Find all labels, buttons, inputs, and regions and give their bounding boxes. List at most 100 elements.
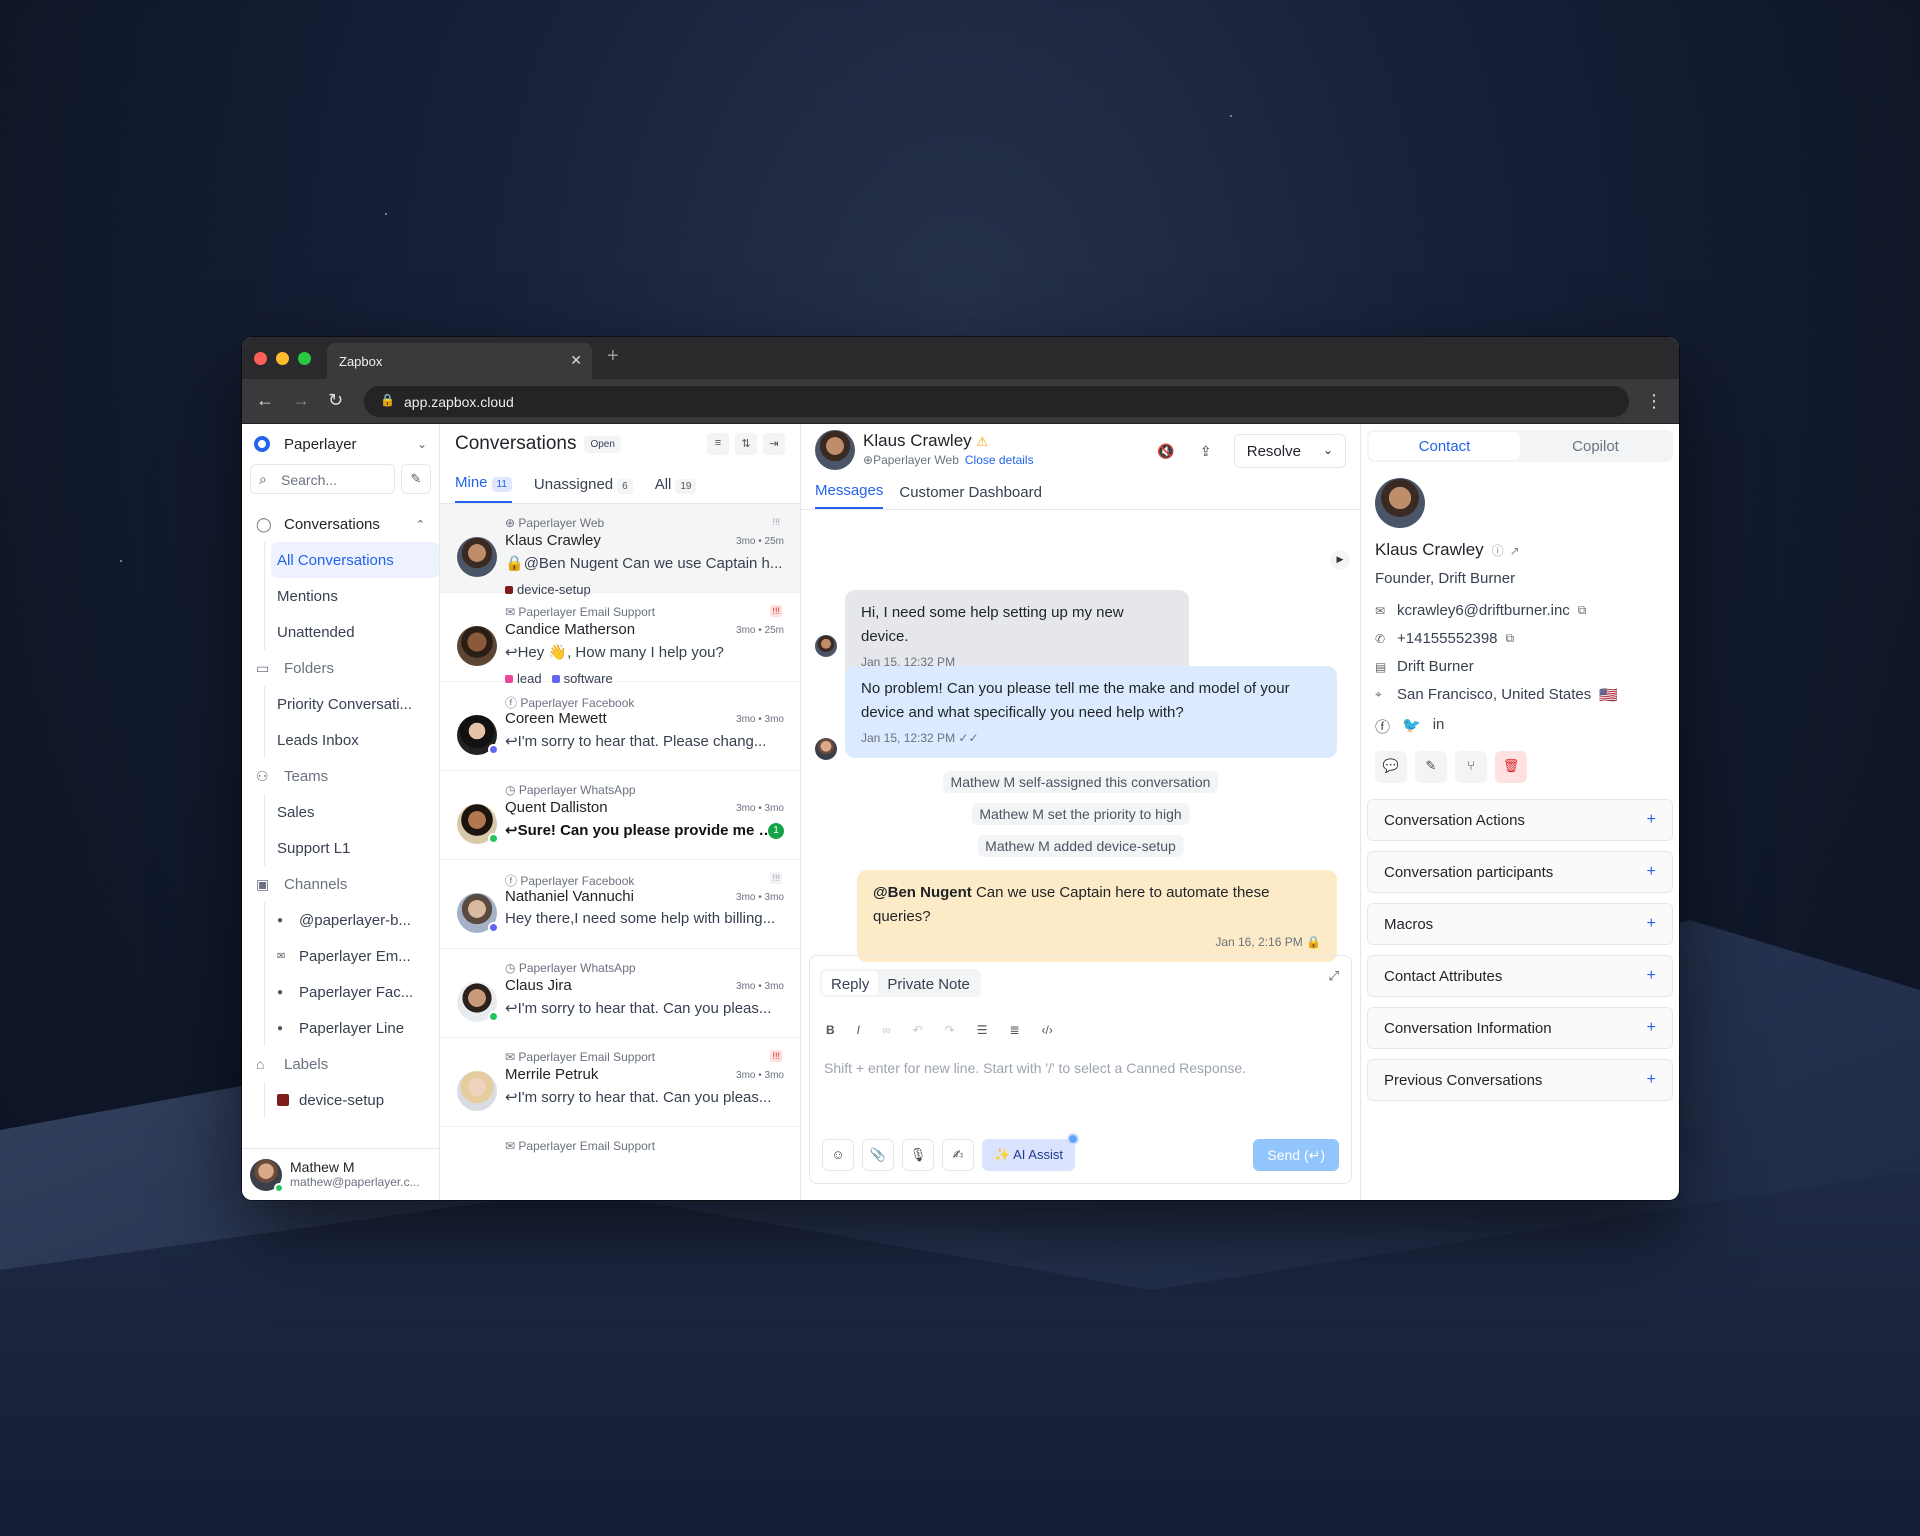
activity-message: Mathew M added device-setup <box>977 835 1184 857</box>
forward-icon[interactable]: → <box>292 390 310 411</box>
close-tab-icon[interactable]: ✕ <box>570 352 582 369</box>
info-icon[interactable]: ⓘ <box>1492 544 1504 558</box>
sort-icon[interactable]: ⇅ <box>735 433 757 455</box>
facebook-icon[interactable]: ⓕ <box>1375 716 1390 737</box>
chevron-down-icon[interactable]: ⌄ <box>1323 443 1333 459</box>
nav-labels[interactable]: ⌂ Labels <box>242 1046 439 1082</box>
nav-folders[interactable]: ▭ Folders <box>242 650 439 686</box>
expand-icon[interactable]: ⤢ <box>1329 968 1339 984</box>
sidebar-item-leads-inbox[interactable]: Leads Inbox <box>271 722 439 758</box>
conversation-channel: ⓕ Paperlayer Facebook <box>505 696 635 710</box>
copy-icon[interactable]: ⧉ <box>1506 631 1520 646</box>
status-filter-badge[interactable]: Open <box>584 435 621 453</box>
nav-channels[interactable]: ▣ Channels <box>242 866 439 902</box>
contact-email[interactable]: kcrawley6@driftburner.inc <box>1397 602 1570 619</box>
bullet-list-icon[interactable]: ☰ <box>977 1023 988 1037</box>
sidebar-item-channel-line[interactable]: ● Paperlayer Line <box>271 1010 439 1046</box>
edit-contact-icon[interactable]: ✎ <box>1415 751 1447 783</box>
conversation-item[interactable]: ◷ Paperlayer WhatsApp Claus Jira 3mo • 3… <box>440 949 800 1038</box>
expand-contact-panel-icon[interactable]: ▶ <box>1330 550 1350 570</box>
minimize-window-button[interactable] <box>276 352 289 365</box>
mute-icon[interactable]: 🔇 <box>1154 443 1178 460</box>
sidebar-item-channel-email[interactable]: ✉ Paperlayer Em... <box>271 938 439 974</box>
sidebar-item-label-device-setup[interactable]: device-setup <box>271 1082 439 1118</box>
conversation-item[interactable]: ✉ Paperlayer Email Support <box>440 1127 800 1200</box>
attachment-icon[interactable]: 📎 <box>862 1139 894 1171</box>
back-icon[interactable]: ← <box>256 390 274 411</box>
conversation-item[interactable]: ◷ Paperlayer WhatsApp Quent Dalliston 3m… <box>440 771 800 860</box>
conversation-item[interactable]: ⓕ Paperlayer Facebook Nathaniel Vannuchi… <box>440 860 800 949</box>
conversation-item[interactable]: ✉ Paperlayer Email Support Merrile Petru… <box>440 1038 800 1127</box>
tab-private-note[interactable]: Private Note <box>878 971 979 995</box>
close-details-link[interactable]: Close details <box>965 453 1034 467</box>
italic-icon[interactable]: I <box>857 1023 860 1037</box>
accordion-macros[interactable]: Macros + <box>1367 903 1673 945</box>
accordion-conversation-actions[interactable]: Conversation Actions + <box>1367 799 1673 841</box>
new-tab-icon[interactable]: + <box>607 345 619 368</box>
linkedin-icon[interactable]: in <box>1433 716 1445 737</box>
workspace-switcher[interactable]: Paperlayer ⌄ <box>242 424 439 464</box>
user-profile[interactable]: Mathew M mathew@paperlayer.c... <box>242 1148 440 1200</box>
ai-assist-button[interactable]: ✨ AI Assist <box>982 1133 1079 1171</box>
emoji-icon[interactable]: ☺ <box>822 1139 854 1171</box>
code-icon[interactable]: ‹/› <box>1042 1023 1053 1037</box>
new-message-icon[interactable]: 💬 <box>1375 751 1407 783</box>
browser-menu-icon[interactable]: ⋮ <box>1645 391 1663 412</box>
external-link-icon[interactable]: ↗ <box>1510 544 1520 558</box>
tab-messages[interactable]: Messages <box>815 482 884 509</box>
compose-button[interactable]: ✎ <box>401 464 431 494</box>
sidebar-item-mentions[interactable]: Mentions <box>271 578 439 614</box>
accordion-previous-conversations[interactable]: Previous Conversations + <box>1367 1059 1673 1101</box>
send-button[interactable]: Send (↵) <box>1253 1139 1339 1171</box>
nav-conversations[interactable]: ◯ Conversations ⌃ <box>242 506 439 542</box>
bold-icon[interactable]: B <box>826 1023 835 1037</box>
microphone-icon[interactable]: 🎙 <box>902 1139 934 1171</box>
tab-copilot[interactable]: Copilot <box>1520 432 1671 460</box>
undo-icon[interactable]: ↶ <box>913 1023 923 1037</box>
copy-icon[interactable]: ⧉ <box>1578 603 1592 618</box>
tab-mine[interactable]: Mine 11 <box>455 474 512 503</box>
accordion-contact-attributes[interactable]: Contact Attributes + <box>1367 955 1673 997</box>
browser-tab[interactable]: Zapbox ✕ <box>327 343 592 379</box>
reload-icon[interactable]: ↻ <box>328 390 343 411</box>
sidebar-item-channel-web[interactable]: ● @paperlayer-b... <box>271 902 439 938</box>
nav-teams[interactable]: ⚇ Teams <box>242 758 439 794</box>
conversation-item[interactable]: ✉ Paperlayer Email Support Candice Mathe… <box>440 593 800 686</box>
link-icon[interactable]: ∞ <box>882 1023 891 1037</box>
tab-customer-dashboard[interactable]: Customer Dashboard <box>899 484 1042 509</box>
tab-unassigned[interactable]: Unassigned 6 <box>534 476 633 503</box>
tab-contact[interactable]: Contact <box>1369 432 1520 460</box>
merge-icon[interactable]: ⑂ <box>1455 751 1487 783</box>
tab-reply[interactable]: Reply <box>822 971 879 995</box>
conversation-item[interactable]: ⓕ Paperlayer Facebook Coreen Mewett 3mo … <box>440 682 800 771</box>
collapse-list-icon[interactable]: ⇥ <box>763 433 785 455</box>
tab-all[interactable]: All 19 <box>655 476 697 503</box>
conversation-list-title: Conversations <box>455 433 577 454</box>
contact-phone[interactable]: +14155552398 <box>1397 630 1498 647</box>
reply-input[interactable]: Shift + enter for new line. Start with '… <box>824 1060 1246 1076</box>
conversation-item[interactable]: ⊕ Paperlayer Web Klaus Crawley !!! 3mo •… <box>440 504 800 597</box>
url-text: app.zapbox.cloud <box>404 394 514 410</box>
maximize-window-button[interactable] <box>298 352 311 365</box>
sidebar-item-support-l1[interactable]: Support L1 <box>271 830 439 866</box>
numbered-list-icon[interactable]: ≣ <box>1009 1023 1019 1037</box>
resolve-button[interactable]: Resolve ⌄ <box>1233 434 1346 468</box>
filter-icon[interactable]: ≡ <box>707 433 729 455</box>
delete-icon[interactable]: 🗑 <box>1495 751 1527 783</box>
conversation-contact-name: Candice Matherson <box>505 621 636 638</box>
sidebar-item-all-conversations[interactable]: All Conversations <box>271 542 439 578</box>
reply-composer: Reply Private Note ⤢ B I ∞ ↶ ↷ ☰ ≣ ‹/› S… <box>809 955 1352 1184</box>
accordion-conversation-information[interactable]: Conversation Information + <box>1367 1007 1673 1049</box>
redo-icon[interactable]: ↷ <box>945 1023 955 1037</box>
twitter-icon[interactable]: 🐦 <box>1402 716 1421 737</box>
address-bar[interactable]: 🔒 app.zapbox.cloud <box>364 386 1629 417</box>
signature-icon[interactable]: ✍ <box>942 1139 974 1171</box>
accordion-conversation-participants[interactable]: Conversation participants + <box>1367 851 1673 893</box>
close-window-button[interactable] <box>254 352 267 365</box>
sidebar-item-priority[interactable]: Priority Conversati... <box>271 686 439 722</box>
sidebar-item-channel-facebook[interactable]: ● Paperlayer Fac... <box>271 974 439 1010</box>
sidebar-item-unattended[interactable]: Unattended <box>271 614 439 650</box>
sidebar-item-sales[interactable]: Sales <box>271 794 439 830</box>
search-input[interactable]: ⌕ Search... <box>250 464 395 494</box>
share-icon[interactable]: ⇪ <box>1194 443 1218 460</box>
